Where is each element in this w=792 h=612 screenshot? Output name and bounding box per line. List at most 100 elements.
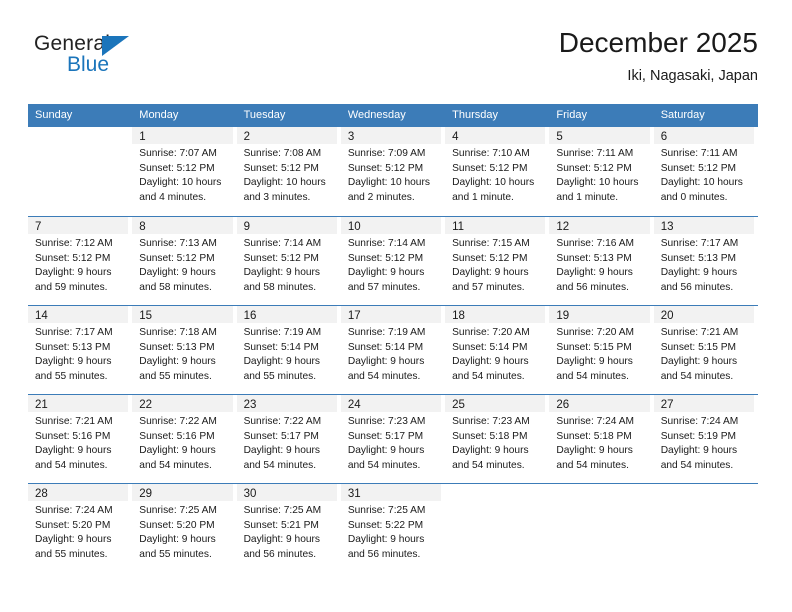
calendar-day-cell[interactable]: 30 Sunrise: 7:25 AM Sunset: 5:21 PM Dayligh… <box>236 484 341 572</box>
day-detail-lines: Sunrise: 7:19 AM Sunset: 5:14 PM Daylight:… <box>237 323 337 384</box>
day-number-band: 15 <box>132 306 233 323</box>
day-number-band: 22 <box>132 395 233 412</box>
day-detail-line: Sunset: 5:12 PM <box>139 162 215 174</box>
calendar-day-cell[interactable]: 8 Sunrise: 7:13 AM Sunset: 5:12 PM Daylight… <box>132 217 236 305</box>
day-detail-lines: Sunrise: 7:10 AM Sunset: 5:12 PM Daylight:… <box>445 144 545 205</box>
calendar-day-cell[interactable]: 15 Sunrise: 7:18 AM Sunset: 5:13 PM Dayligh… <box>132 306 236 394</box>
day-detail-line: and 54 minutes. <box>139 459 212 471</box>
calendar-day-cell[interactable]: 11 Sunrise: 7:15 AM Sunset: 5:12 PM Dayligh… <box>445 217 549 305</box>
weekday-header-wednesday: Wednesday <box>347 109 406 121</box>
day-detail-line: and 58 minutes. <box>243 281 317 293</box>
day-detail-line: Daylight: 9 hours <box>452 267 529 279</box>
day-number: 2 <box>243 131 250 143</box>
weekday-header-friday: Friday <box>556 109 587 121</box>
day-detail-line: Sunrise: 7:17 AM <box>660 238 739 249</box>
day-detail-line: Daylight: 9 hours <box>139 267 216 279</box>
day-detail-line: Daylight: 9 hours <box>347 445 425 457</box>
day-detail-lines: Sunrise: 7:08 AM Sunset: 5:12 PM Daylight:… <box>237 144 337 205</box>
day-detail-lines: Sunrise: 7:13 AM Sunset: 5:12 PM Daylight:… <box>132 234 232 295</box>
day-detail-lines <box>549 501 649 504</box>
weekday-header-tuesday: Tuesday <box>243 109 286 121</box>
calendar-day-cell[interactable]: 3 Sunrise: 7:09 AM Sunset: 5:12 PM Daylight… <box>340 127 445 216</box>
page-title: December 2025 <box>558 27 758 58</box>
day-detail-line: Sunrise: 7:08 AM <box>243 148 322 159</box>
calendar-day-cell[interactable]: 4 Sunrise: 7:10 AM Sunset: 5:12 PM Daylight… <box>445 127 549 216</box>
calendar-day-cell[interactable]: 1 Sunrise: 7:07 AM Sunset: 5:12 PM Daylight… <box>132 127 236 216</box>
day-detail-line: and 57 minutes. <box>347 281 421 293</box>
calendar-day-cell[interactable]: 5 Sunrise: 7:11 AM Sunset: 5:12 PM Daylight… <box>549 127 653 216</box>
day-detail-lines: Sunrise: 7:19 AM Sunset: 5:14 PM Daylight:… <box>341 323 441 384</box>
day-detail-line: Daylight: 9 hours <box>452 445 529 457</box>
calendar-day-cell[interactable]: 21 Sunrise: 7:21 AM Sunset: 5:16 PM Dayligh… <box>28 395 132 483</box>
logo-text-blue: Blue <box>67 53 110 76</box>
day-number-band: 27 <box>653 395 754 412</box>
day-detail-line: Sunset: 5:16 PM <box>139 430 215 442</box>
day-number-band: 14 <box>28 306 129 323</box>
day-detail-line: Daylight: 10 hours <box>452 177 535 189</box>
calendar-day-cell[interactable]: 25 Sunrise: 7:23 AM Sunset: 5:18 PM Dayligh… <box>445 395 549 483</box>
day-detail-line: and 58 minutes. <box>139 281 212 293</box>
calendar-day-cell[interactable]: 26 Sunrise: 7:24 AM Sunset: 5:18 PM Dayligh… <box>549 395 653 483</box>
calendar-day-cell[interactable]: 16 Sunrise: 7:19 AM Sunset: 5:14 PM Dayligh… <box>236 306 341 394</box>
day-number: 14 <box>35 310 48 322</box>
day-detail-lines: Sunrise: 7:23 AM Sunset: 5:18 PM Daylight:… <box>445 412 545 473</box>
calendar-day-cell[interactable]: 27 Sunrise: 7:24 AM Sunset: 5:19 PM Dayligh… <box>653 395 758 483</box>
day-detail-line: Sunrise: 7:19 AM <box>243 327 322 338</box>
day-detail-lines: Sunrise: 7:21 AM Sunset: 5:16 PM Daylight:… <box>28 412 128 473</box>
calendar-day-cell[interactable]: 9 Sunrise: 7:14 AM Sunset: 5:12 PM Daylight… <box>236 217 341 305</box>
day-number-band <box>549 484 649 501</box>
calendar-day-cell[interactable]: 6 Sunrise: 7:11 AM Sunset: 5:12 PM Daylight… <box>653 127 758 216</box>
day-detail-line: Sunset: 5:12 PM <box>347 252 424 264</box>
calendar-day-cell[interactable]: 23 Sunrise: 7:22 AM Sunset: 5:17 PM Dayligh… <box>236 395 341 483</box>
day-detail-line: Sunset: 5:13 PM <box>660 252 737 264</box>
day-detail-line: Sunset: 5:22 PM <box>347 519 424 531</box>
calendar-day-cell[interactable]: 22 Sunrise: 7:22 AM Sunset: 5:16 PM Dayligh… <box>132 395 236 483</box>
calendar-day-cell[interactable]: 2 Sunrise: 7:08 AM Sunset: 5:12 PM Daylight… <box>236 127 341 216</box>
day-detail-line: and 54 minutes. <box>660 459 734 471</box>
day-detail-lines: Sunrise: 7:25 AM Sunset: 5:20 PM Daylight:… <box>132 501 232 562</box>
calendar-day-cell[interactable]: 24 Sunrise: 7:23 AM Sunset: 5:17 PM Dayligh… <box>340 395 445 483</box>
day-number-band: 24 <box>340 395 442 412</box>
day-detail-line: Sunrise: 7:25 AM <box>139 505 217 516</box>
day-detail-lines <box>654 501 754 504</box>
day-detail-line: and 56 minutes. <box>347 548 421 560</box>
day-detail-line: Sunset: 5:15 PM <box>660 341 737 353</box>
day-detail-line: Daylight: 9 hours <box>243 534 321 546</box>
day-number: 29 <box>139 488 153 500</box>
day-number: 13 <box>660 221 674 233</box>
calendar-day-cell-empty <box>445 484 549 572</box>
calendar-day-cell[interactable]: 14 Sunrise: 7:17 AM Sunset: 5:13 PM Dayligh… <box>28 306 132 394</box>
weekday-header-saturday: Saturday <box>660 109 705 121</box>
day-number-band: 31 <box>340 484 442 501</box>
day-number: 20 <box>660 310 674 322</box>
day-number-band: 5 <box>549 127 650 144</box>
day-number: 22 <box>139 399 153 411</box>
calendar-day-cell[interactable]: 28 Sunrise: 7:24 AM Sunset: 5:20 PM Dayligh… <box>28 484 132 572</box>
calendar-week-row: 21 Sunrise: 7:21 AM Sunset: 5:16 PM Dayligh… <box>28 394 758 483</box>
day-number-band: 7 <box>28 217 129 234</box>
day-number: 10 <box>347 221 361 233</box>
day-number: 11 <box>452 221 465 233</box>
calendar-day-cell[interactable]: 18 Sunrise: 7:20 AM Sunset: 5:14 PM Dayligh… <box>445 306 549 394</box>
calendar-day-cell[interactable]: 10 Sunrise: 7:14 AM Sunset: 5:12 PM Dayligh… <box>340 217 445 305</box>
day-detail-line: Sunset: 5:13 PM <box>139 341 215 353</box>
calendar-day-cell[interactable]: 17 Sunrise: 7:19 AM Sunset: 5:14 PM Dayligh… <box>340 306 445 394</box>
day-number: 30 <box>243 488 257 500</box>
calendar-day-cell[interactable]: 12 Sunrise: 7:16 AM Sunset: 5:13 PM Dayligh… <box>549 217 653 305</box>
day-detail-line: Sunrise: 7:14 AM <box>347 238 426 249</box>
day-detail-lines: Sunrise: 7:11 AM Sunset: 5:12 PM Daylight:… <box>549 144 649 205</box>
general-blue-logo[interactable]: General Blue <box>34 32 174 88</box>
day-detail-lines: Sunrise: 7:25 AM Sunset: 5:21 PM Daylight:… <box>237 501 337 562</box>
calendar-day-cell[interactable]: 19 Sunrise: 7:20 AM Sunset: 5:15 PM Dayligh… <box>549 306 653 394</box>
day-detail-line: Daylight: 10 hours <box>660 177 743 189</box>
day-detail-line: and 54 minutes. <box>556 370 629 382</box>
day-detail-line: and 54 minutes. <box>452 370 525 382</box>
day-detail-line: and 54 minutes. <box>556 459 629 471</box>
calendar-day-cell[interactable]: 13 Sunrise: 7:17 AM Sunset: 5:13 PM Dayligh… <box>653 217 758 305</box>
calendar-day-cell[interactable]: 31 Sunrise: 7:25 AM Sunset: 5:22 PM Dayligh… <box>340 484 445 572</box>
day-number: 25 <box>452 399 465 411</box>
calendar-day-cell[interactable]: 20 Sunrise: 7:21 AM Sunset: 5:15 PM Dayligh… <box>653 306 758 394</box>
calendar-day-cell[interactable]: 29 Sunrise: 7:25 AM Sunset: 5:20 PM Dayligh… <box>132 484 236 572</box>
day-detail-line: Daylight: 9 hours <box>660 445 738 457</box>
calendar-day-cell[interactable]: 7 Sunrise: 7:12 AM Sunset: 5:12 PM Daylight… <box>28 217 132 305</box>
